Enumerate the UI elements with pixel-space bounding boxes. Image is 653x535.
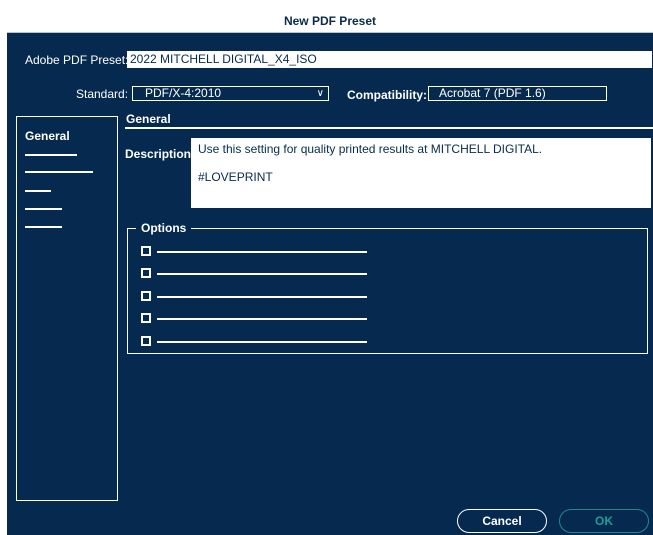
option-label-placeholder: [157, 341, 367, 343]
dialog-title: New PDF Preset: [283, 14, 377, 28]
chevron-down-icon: ∨: [316, 88, 324, 99]
sidebar-item-placeholder[interactable]: [25, 154, 77, 156]
option-row[interactable]: [141, 268, 371, 280]
compatibility-label: Compatibility:: [347, 88, 427, 102]
option-row[interactable]: [141, 291, 371, 303]
sidebar: General: [16, 116, 118, 501]
preset-name-field[interactable]: 2022 MITCHELL DIGITAL_X4_ISO: [127, 51, 652, 68]
sidebar-item-general[interactable]: General: [25, 129, 70, 143]
compatibility-select[interactable]: Acrobat 7 (PDF 1.6): [428, 86, 607, 101]
sidebar-item-placeholder[interactable]: [25, 208, 62, 210]
sidebar-item-placeholder[interactable]: [25, 226, 62, 228]
standard-value: PDF/X-4:2010: [145, 86, 222, 100]
option-row[interactable]: [141, 246, 371, 258]
options-group: Options: [127, 220, 648, 354]
compatibility-value: Acrobat 7 (PDF 1.6): [439, 86, 546, 100]
checkbox[interactable]: [141, 246, 151, 256]
option-label-placeholder: [157, 296, 367, 298]
option-row[interactable]: [141, 313, 371, 325]
sidebar-item-placeholder[interactable]: [25, 171, 93, 173]
preset-label: Adobe PDF Preset:: [25, 53, 129, 67]
dialog-titlebar: New PDF Preset: [7, 10, 653, 33]
ok-button[interactable]: OK: [559, 509, 649, 533]
option-row[interactable]: [141, 336, 371, 348]
option-label-placeholder: [157, 251, 367, 253]
description-line-2: #LOVEPRINT: [198, 170, 273, 184]
new-pdf-preset-dialog: New PDF Preset Adobe PDF Preset: 2022 MI…: [7, 10, 653, 535]
standard-label: Standard:: [76, 87, 129, 101]
cancel-button[interactable]: Cancel: [457, 509, 547, 533]
option-label-placeholder: [157, 273, 367, 275]
option-label-placeholder: [157, 318, 367, 320]
section-divider: [125, 127, 653, 129]
checkbox[interactable]: [141, 336, 151, 346]
sidebar-item-placeholder[interactable]: [25, 190, 51, 192]
description-label: Description:: [125, 147, 196, 161]
options-legend: Options: [136, 220, 192, 236]
checkbox[interactable]: [141, 291, 151, 301]
description-line-1: Use this setting for quality printed res…: [198, 142, 543, 156]
description-textarea[interactable]: Use this setting for quality printed res…: [191, 138, 651, 208]
section-title: General: [126, 112, 171, 126]
checkbox[interactable]: [141, 313, 151, 323]
standard-select[interactable]: PDF/X-4:2010 ∨: [132, 86, 329, 101]
checkbox[interactable]: [141, 268, 151, 278]
